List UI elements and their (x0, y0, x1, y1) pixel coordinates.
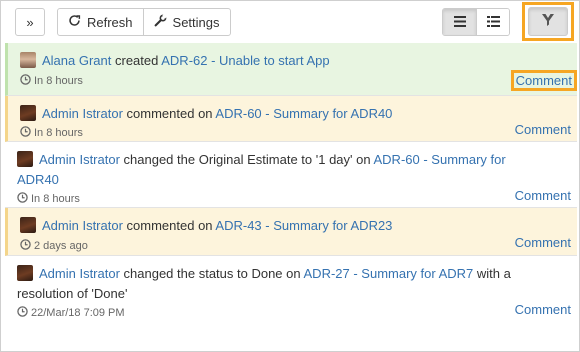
user-link[interactable]: Admin Istrator (39, 152, 120, 167)
clock-icon (20, 126, 31, 140)
issue-link[interactable]: ADR-43 - Summary for ADR23 (215, 218, 392, 233)
settings-label: Settings (172, 14, 220, 30)
activity-feed: Alana Grant created ADR-62 - Unable to s… (5, 43, 577, 322)
clock-icon (20, 239, 31, 253)
comment-link[interactable]: Comment (515, 188, 571, 203)
action-button-group: Refresh Settings (57, 8, 231, 36)
issue-link[interactable]: ADR-60 - Summary for ADR40 (215, 106, 392, 121)
comment-link[interactable]: Comment (515, 235, 571, 250)
user-link[interactable]: Admin Istrator (39, 266, 120, 281)
feed-item-text: Admin Istrator changed the Original Esti… (17, 150, 565, 190)
action-text-suffix: with a (473, 266, 511, 281)
action-text-continued: resolution of 'Done' (17, 286, 128, 301)
action-text: created (111, 53, 162, 68)
refresh-button[interactable]: Refresh (58, 9, 143, 35)
feed-item-text: Admin Istrator changed the status to Don… (17, 264, 565, 304)
list-view-button[interactable] (443, 9, 476, 35)
timestamp: 2 days ago (20, 239, 88, 253)
avatar (20, 52, 36, 68)
list-view-icon (453, 15, 466, 30)
issue-link-continued[interactable]: ADR40 (17, 172, 59, 187)
action-text: changed the Original Estimate to '1 day'… (119, 152, 374, 167)
clock-icon (20, 74, 31, 88)
user-link[interactable]: Alana Grant (42, 53, 111, 68)
avatar (20, 217, 36, 233)
feed-item-text: Alana Grant created ADR-62 - Unable to s… (20, 51, 565, 71)
time-text: In 8 hours (34, 75, 83, 87)
comment-link[interactable]: Comment (510, 70, 577, 91)
view-toggle-group (442, 8, 510, 36)
comment-link[interactable]: Comment (515, 302, 571, 317)
timestamp: In 8 hours (17, 192, 80, 206)
action-text: changed the status to Done on (119, 266, 304, 281)
avatar (17, 265, 33, 281)
detail-view-button[interactable] (476, 9, 509, 35)
settings-button[interactable]: Settings (142, 9, 230, 35)
clock-icon (17, 306, 28, 320)
avatar (17, 151, 33, 167)
action-text: commented on (122, 106, 216, 121)
comment-link[interactable]: Comment (515, 122, 571, 137)
time-text: In 8 hours (34, 127, 83, 139)
feed-item-changed: Admin Istrator changed the status to Don… (5, 256, 577, 322)
timestamp: 22/Mar/18 7:09 PM (17, 306, 125, 320)
feed-item-commented: Admin Istrator commented on ADR-43 - Sum… (5, 208, 577, 256)
expand-button[interactable]: » (15, 8, 45, 36)
expand-icon: » (26, 14, 34, 30)
user-link[interactable]: Admin Istrator (42, 106, 123, 121)
feed-item-changed: Admin Istrator changed the Original Esti… (5, 142, 577, 208)
issue-link[interactable]: ADR-62 - Unable to start App (161, 53, 329, 68)
timestamp: In 8 hours (20, 126, 83, 140)
refresh-icon (68, 14, 81, 30)
timestamp: In 8 hours (20, 74, 83, 88)
detail-view-icon (486, 15, 500, 30)
time-text: In 8 hours (31, 193, 80, 205)
time-text: 22/Mar/18 7:09 PM (31, 307, 125, 319)
issue-link[interactable]: ADR-27 - Summary for ADR7 (304, 266, 474, 281)
issue-link[interactable]: ADR-60 - Summary for (374, 152, 506, 167)
user-link[interactable]: Admin Istrator (42, 218, 123, 233)
feed-item-commented: Admin Istrator commented on ADR-60 - Sum… (5, 96, 577, 142)
action-text: commented on (122, 218, 216, 233)
feed-item-text: Admin Istrator commented on ADR-60 - Sum… (20, 104, 565, 124)
feed-item-created: Alana Grant created ADR-62 - Unable to s… (5, 43, 577, 96)
refresh-label: Refresh (87, 14, 133, 30)
wrench-icon (154, 13, 167, 30)
filter-highlight (522, 2, 574, 41)
toolbar: » Refresh Settings (1, 1, 579, 41)
activity-stream-gadget: » Refresh Settings Alana Grant created A… (0, 0, 580, 352)
filter-button[interactable] (528, 7, 568, 36)
time-text: 2 days ago (34, 240, 88, 252)
feed-item-text: Admin Istrator commented on ADR-43 - Sum… (20, 216, 565, 236)
avatar (20, 105, 36, 121)
filter-icon (541, 13, 555, 30)
clock-icon (17, 192, 28, 206)
